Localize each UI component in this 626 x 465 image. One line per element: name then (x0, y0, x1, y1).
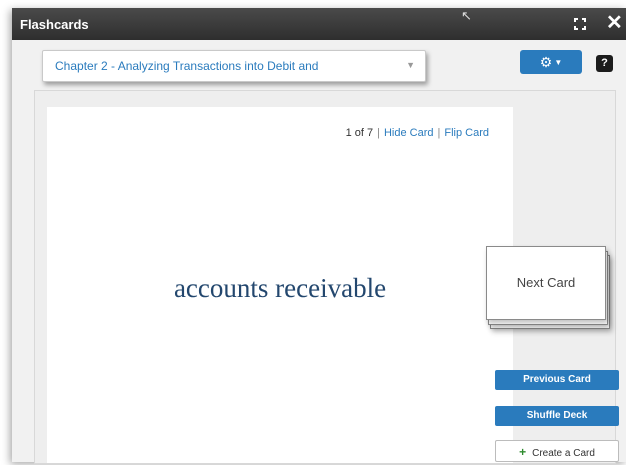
flashcard-panel: 1 of 7 | Hide Card | Flip Card accounts rece… (34, 90, 619, 464)
gear-icon: ⚙ (539, 54, 553, 70)
card-navigation: 1 of 7 | Hide Card | Flip Card (346, 127, 489, 139)
separator: | (377, 127, 380, 139)
window-title: Flashcards (20, 17, 89, 32)
plus-icon: + (519, 445, 527, 459)
create-card-button[interactable]: + Create a Card (495, 440, 619, 462)
flashcard[interactable]: 1 of 7 | Hide Card | Flip Card accounts rece… (47, 107, 513, 463)
chapter-select-label: Chapter 2 - Analyzing Transactions into … (55, 59, 319, 73)
previous-card-button[interactable]: Previous Card (495, 370, 619, 390)
settings-button[interactable]: ⚙ ▼ (520, 50, 582, 74)
next-card-button[interactable]: Next Card (486, 246, 606, 320)
next-card-deck[interactable]: Next Card (486, 243, 620, 329)
flip-card-link[interactable]: Flip Card (444, 127, 489, 139)
caret-down-icon: ▼ (554, 58, 563, 68)
card-term: accounts receivable (173, 273, 387, 303)
chapter-select[interactable]: Chapter 2 - Analyzing Transactions into … (42, 50, 426, 82)
title-bar: Flashcards ↖ ✕ (12, 8, 626, 40)
close-icon[interactable]: ✕ (606, 12, 623, 34)
chevron-down-icon: ▼ (406, 60, 415, 70)
card-position: 1 of 7 (345, 127, 374, 139)
flashcards-window: Flashcards ↖ ✕ Chapter 2 - Analyzing Tra… (12, 8, 626, 464)
help-button[interactable]: ? (596, 55, 613, 72)
separator: | (437, 127, 441, 139)
mouse-cursor-icon: ↖ (461, 8, 472, 23)
expand-icon[interactable] (574, 18, 586, 30)
create-card-label: Create a Card (532, 448, 595, 459)
hide-card-link[interactable]: Hide Card (384, 127, 434, 139)
shuffle-deck-button[interactable]: Shuffle Deck (495, 406, 619, 426)
